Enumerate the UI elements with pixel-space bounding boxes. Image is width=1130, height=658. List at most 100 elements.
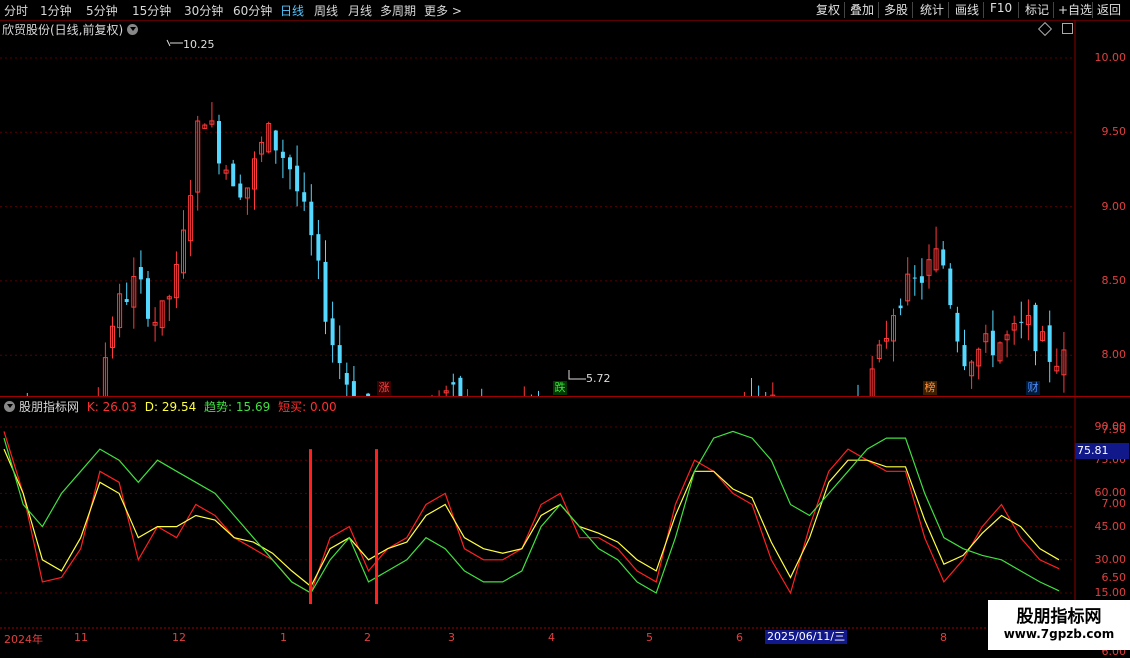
date-label-jun: 6 [736, 631, 743, 644]
date-axis-dots [0, 627, 1130, 629]
candle-body [302, 192, 307, 202]
candle-body [138, 267, 143, 280]
candle-body [323, 261, 328, 322]
price-tick-label: 9.50 [1101, 125, 1127, 139]
candlestick-chart[interactable] [0, 20, 1130, 396]
candle-body [288, 157, 292, 170]
price-grid [0, 57, 1075, 356]
badge-finance-text: 财 [1027, 381, 1039, 394]
indicator-grid [0, 426, 1075, 594]
button-multi-stock[interactable]: 多股 [884, 1, 908, 18]
button-add-watchlist[interactable]: +自选 [1058, 1, 1092, 18]
indicator-chart[interactable] [0, 397, 1130, 630]
badge-finance[interactable]: 财 [1026, 381, 1040, 395]
candle-body [295, 165, 300, 192]
candle-body [1047, 325, 1052, 362]
high-price-value: 10.25 [183, 38, 215, 51]
badge-fall[interactable]: 跌 [553, 381, 567, 395]
toolbar-divider [983, 2, 984, 18]
period-tab-60min[interactable]: 60分钟 [233, 2, 272, 19]
date-label-aug: 8 [940, 631, 947, 644]
indicator-tick-label: 15.00 [1094, 586, 1127, 599]
toolbar-divider [1053, 2, 1054, 18]
indicator-line-k [3, 431, 1060, 595]
period-tab-weekly[interactable]: 周线 [314, 2, 338, 19]
button-f10[interactable]: F10 [990, 1, 1012, 15]
date-label-may: 5 [646, 631, 653, 644]
period-tab-daily[interactable]: 日线 [280, 2, 304, 19]
candle-body [912, 277, 917, 279]
indicator-tick-label: 45.00 [1094, 519, 1127, 533]
candle-body [337, 345, 342, 364]
low-marker-arrow [568, 370, 586, 380]
short-buy-bar [309, 449, 312, 605]
candles-group [26, 102, 1067, 396]
date-label-mar: 3 [448, 631, 455, 644]
watermark-url: www.7gpzb.com [1003, 627, 1115, 641]
period-tab-5min[interactable]: 5分钟 [86, 2, 118, 19]
candle-body [1019, 321, 1024, 323]
candle-body [919, 276, 924, 283]
candle-body [330, 318, 335, 346]
short-buy-bar [375, 449, 378, 605]
toolbar-divider [844, 2, 845, 18]
low-price-value: 5.72 [586, 372, 611, 385]
badge-rise-text: 涨 [378, 381, 390, 394]
price-tick-label: 8.50 [1101, 273, 1127, 287]
date-label-feb: 2 [364, 631, 371, 644]
badge-rank[interactable]: 榜 [923, 381, 937, 395]
selected-date: 2025/06/11/三 [765, 630, 848, 644]
candle-body [231, 163, 236, 187]
price-tick-label: 8.00 [1101, 348, 1127, 362]
candle-body [451, 382, 456, 385]
candle-body [344, 372, 349, 385]
badge-fall-text: 跌 [554, 381, 566, 394]
period-tab-more[interactable]: 更多 > [424, 2, 462, 19]
date-label-apr: 4 [548, 631, 555, 644]
button-restore-right[interactable]: 复权 [816, 1, 840, 18]
date-axis: 2024年 11 12 1 2 3 4 5 6 8 [0, 627, 1130, 650]
date-label-nov: 11 [74, 631, 88, 644]
candle-body [458, 377, 463, 396]
candle-body [217, 121, 221, 164]
watermark-title: 股朋指标网 [1016, 607, 1102, 627]
candle-body [990, 330, 995, 356]
period-tab-fenshi[interactable]: 分时 [4, 2, 28, 19]
price-tick-label: 10.00 [1094, 51, 1127, 64]
period-tab-15min[interactable]: 15分钟 [132, 2, 171, 19]
candle-body [351, 381, 356, 396]
price-tick-label: 9.00 [1101, 199, 1127, 213]
badge-rank-text: 榜 [924, 381, 936, 394]
date-label-dec: 12 [172, 631, 186, 644]
indicator-line-trend [3, 430, 1060, 594]
low-price-label: 5.72 [586, 372, 611, 385]
candle-body [273, 130, 278, 151]
button-overlay[interactable]: 叠加 [850, 1, 874, 18]
period-tab-multi[interactable]: 多周期 [380, 2, 416, 19]
candle-body [1033, 304, 1038, 352]
indicator-lines [3, 430, 1060, 605]
candle-body [316, 234, 321, 261]
watermark: 股朋指标网 www.7gpzb.com [988, 600, 1130, 650]
candle-body [280, 151, 285, 158]
period-tab-monthly[interactable]: 月线 [348, 2, 372, 19]
candle-body [146, 278, 150, 319]
candle-body [898, 305, 903, 309]
badge-rise[interactable]: 涨 [377, 381, 391, 395]
top-toolbar: 分时 1分钟 5分钟 15分钟 30分钟 60分钟 日线 周线 月线 多周期 更… [0, 0, 1130, 21]
candle-body [309, 201, 314, 236]
button-back[interactable]: 返回 [1097, 1, 1121, 18]
period-tab-30min[interactable]: 30分钟 [184, 2, 223, 19]
toolbar-divider [1092, 2, 1093, 18]
period-tab-1min[interactable]: 1分钟 [40, 2, 72, 19]
date-label-2024: 2024年 [4, 633, 43, 646]
button-statistics[interactable]: 统计 [920, 1, 944, 18]
high-price-label: 10.25 [183, 38, 215, 51]
button-draw-line[interactable]: 画线 [955, 1, 979, 18]
indicator-tick-label: 30.00 [1094, 552, 1127, 566]
indicator-current-value: 75.81 [1075, 443, 1129, 459]
candle-body [124, 299, 129, 303]
toolbar-divider [912, 2, 913, 18]
high-marker-arrow [166, 39, 183, 47]
button-mark[interactable]: 标记 [1025, 1, 1049, 18]
